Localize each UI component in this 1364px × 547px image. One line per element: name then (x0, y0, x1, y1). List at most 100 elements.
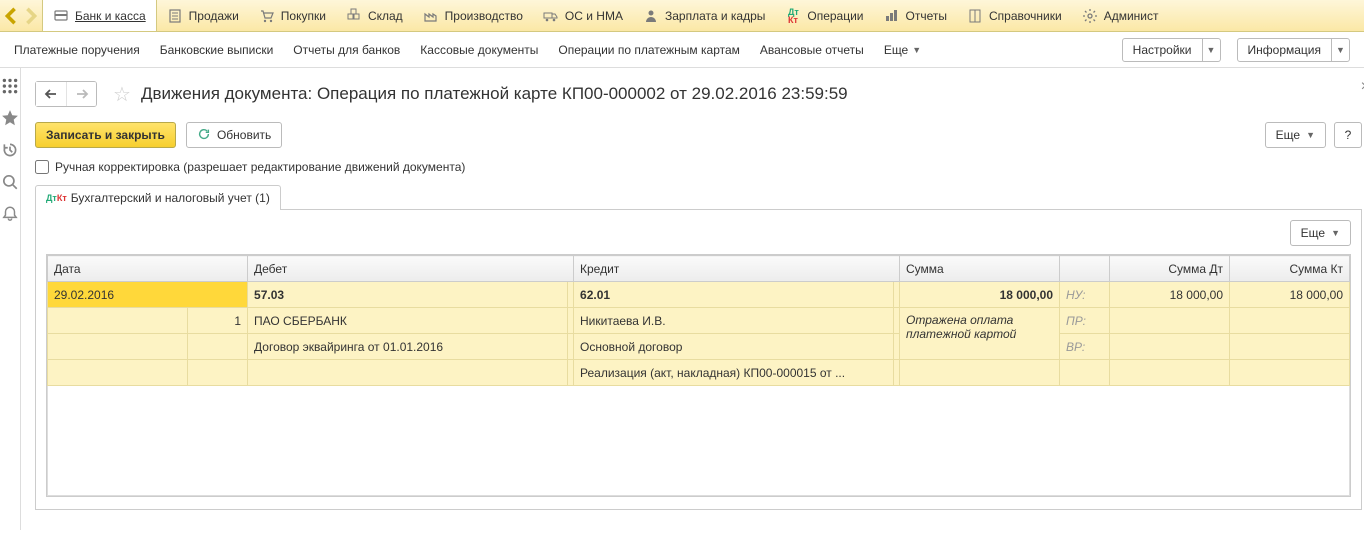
manual-edit-checkbox[interactable] (35, 160, 49, 174)
nav-production[interactable]: Производство (413, 0, 533, 32)
nav-admin[interactable]: Админист (1072, 0, 1169, 32)
subnav-more[interactable]: Еще ▼ (884, 43, 921, 57)
table-row[interactable]: Договор эквайринга от 01.01.2016 Основно… (48, 334, 1350, 360)
star-icon[interactable] (0, 108, 20, 128)
col-debit[interactable]: Дебет (248, 256, 574, 282)
cart-icon (259, 8, 275, 24)
nav-assets[interactable]: ОС и НМА (533, 0, 633, 32)
tab-body: Еще ▼ Дата Дебет Кредит Сумма Сум (35, 210, 1362, 510)
left-rail (0, 68, 21, 530)
subnav-item[interactable]: Авансовые отчеты (760, 43, 864, 57)
help-button[interactable]: ? (1334, 122, 1362, 148)
forward-button[interactable] (66, 82, 96, 106)
nav-label: Операции (807, 9, 863, 23)
settings-button[interactable]: Настройки▼ (1122, 38, 1221, 62)
cell-debit-acc: 57.03 (248, 282, 568, 308)
subnav-item[interactable]: Банковские выписки (160, 43, 274, 57)
nav-reports[interactable]: Отчеты (874, 0, 957, 32)
chart-icon (884, 8, 900, 24)
col-blank[interactable] (1060, 256, 1110, 282)
operations-icon: ДтКт (785, 8, 801, 24)
cell-date: 29.02.2016 (48, 282, 248, 308)
cell-credit-acc: 62.01 (574, 282, 894, 308)
nav-warehouse[interactable]: Склад (336, 0, 413, 32)
cell-row-num: 1 (188, 308, 248, 334)
nav-label: Склад (368, 9, 403, 23)
search-icon[interactable] (0, 172, 20, 192)
person-icon (643, 8, 659, 24)
cell-sum-dt: 18 000,00 (1110, 282, 1230, 308)
cell-nu-label: НУ: (1060, 282, 1110, 308)
col-sum-dt[interactable]: Сумма Дт (1110, 256, 1230, 282)
back-button[interactable] (36, 82, 66, 106)
nav-sales[interactable]: Продажи (157, 0, 249, 32)
truck-icon (543, 8, 559, 24)
accounting-grid: Дата Дебет Кредит Сумма Сумма Дт Сумма К… (46, 254, 1351, 497)
chevron-down-icon: ▼ (912, 45, 921, 55)
refresh-button[interactable]: Обновить (186, 122, 282, 148)
gear-icon (1082, 8, 1098, 24)
nav-payroll[interactable]: Зарплата и кадры (633, 0, 775, 32)
subnav-item[interactable]: Кассовые документы (420, 43, 538, 57)
refresh-icon (197, 127, 211, 144)
empty-grid-area (48, 386, 1350, 496)
col-credit[interactable]: Кредит (574, 256, 900, 282)
dtkt-icon: ДтКт (46, 194, 67, 202)
bell-icon[interactable] (0, 204, 20, 224)
cell-credit-sub3: Реализация (акт, накладная) КП00-000015 … (574, 360, 894, 386)
nav-label: Покупки (281, 9, 326, 23)
cell-vr-label: ВР: (1060, 334, 1110, 360)
cell-debit-sub1: ПАО СБЕРБАНК (248, 308, 568, 334)
nav-bank-cash[interactable]: Банк и касса (42, 0, 157, 32)
table-row[interactable]: 1 ПАО СБЕРБАНК Никитаева И.В. Отражена о… (48, 308, 1350, 334)
nav-catalogs[interactable]: Справочники (957, 0, 1072, 32)
tabs: ДтКт Бухгалтерский и налоговый учет (1) (35, 184, 1362, 210)
cell-credit-sub2: Основной договор (574, 334, 894, 360)
more-button[interactable]: Еще ▼ (1265, 122, 1326, 148)
warehouse-icon (346, 8, 362, 24)
chevron-down-icon: ▼ (1331, 228, 1340, 238)
nav-purchases[interactable]: Покупки (249, 0, 336, 32)
nav-label: Продажи (189, 9, 239, 23)
nav-label: Отчеты (906, 9, 947, 23)
book-icon (967, 8, 983, 24)
nav-operations[interactable]: ДтКт Операции (775, 0, 873, 32)
history-icon[interactable] (0, 140, 20, 160)
subnav-item[interactable]: Платежные поручения (14, 43, 140, 57)
save-close-button[interactable]: Записать и закрыть (35, 122, 176, 148)
production-icon (423, 8, 439, 24)
nav-label: Производство (445, 9, 523, 23)
apps-icon[interactable] (0, 76, 20, 96)
sub-navigation: Платежные поручения Банковские выписки О… (0, 32, 1364, 68)
table-more-button[interactable]: Еще ▼ (1290, 220, 1351, 246)
nav-scroll-right-icon[interactable] (22, 7, 40, 25)
col-sum-kt[interactable]: Сумма Кт (1230, 256, 1350, 282)
manual-edit-row: Ручная корректировка (разрешает редактир… (35, 160, 1362, 174)
cell-description: Отражена оплата платежной картой (900, 308, 1060, 360)
info-button[interactable]: Информация▼ (1237, 38, 1350, 62)
favorite-star-icon[interactable]: ☆ (113, 82, 131, 107)
nav-label: Банк и касса (75, 9, 146, 23)
chevron-down-icon: ▼ (1331, 39, 1349, 61)
page-title: Движения документа: Операция по платежно… (141, 84, 848, 104)
main-content: × ☆ Движения документа: Операция по плат… (21, 68, 1364, 530)
cell-pr-label: ПР: (1060, 308, 1110, 334)
chevron-down-icon: ▼ (1202, 39, 1220, 61)
toolbar: Записать и закрыть Обновить Еще ▼ ? (35, 122, 1362, 148)
col-date[interactable]: Дата (48, 256, 248, 282)
cell-credit-sub1: Никитаева И.В. (574, 308, 894, 334)
subnav-item[interactable]: Отчеты для банков (293, 43, 400, 57)
col-sum[interactable]: Сумма (900, 256, 1060, 282)
nav-scroll-left-icon[interactable] (2, 7, 20, 25)
top-navigation: Банк и касса Продажи Покупки Склад Произ… (0, 0, 1364, 32)
cell-sum: 18 000,00 (900, 282, 1060, 308)
cell-sum-kt: 18 000,00 (1230, 282, 1350, 308)
table-row[interactable]: Реализация (акт, накладная) КП00-000015 … (48, 360, 1350, 386)
sales-icon (167, 8, 183, 24)
manual-edit-label: Ручная корректировка (разрешает редактир… (55, 160, 465, 174)
table-row[interactable]: 29.02.2016 57.03 62.01 18 000,00 НУ: 18 … (48, 282, 1350, 308)
subnav-item[interactable]: Операции по платежным картам (558, 43, 740, 57)
tab-accounting[interactable]: ДтКт Бухгалтерский и налоговый учет (1) (35, 185, 281, 210)
nav-label: Зарплата и кадры (665, 9, 765, 23)
chevron-down-icon: ▼ (1306, 130, 1315, 140)
